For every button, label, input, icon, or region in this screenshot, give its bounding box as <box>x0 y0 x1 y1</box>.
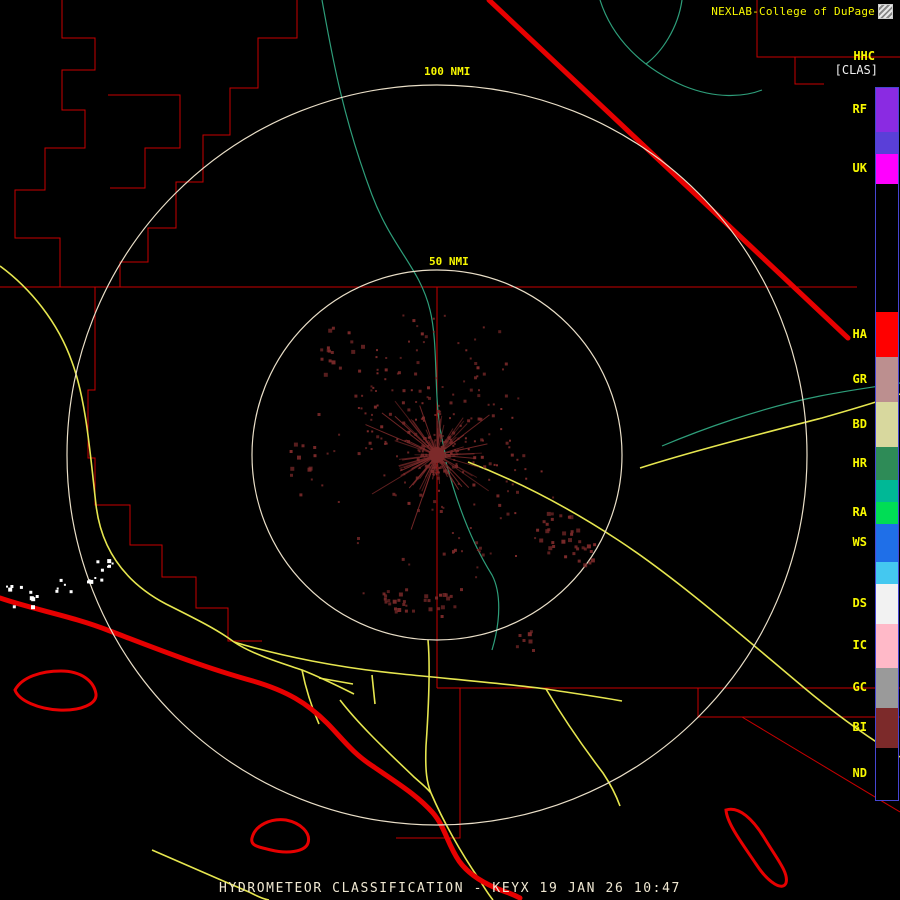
coastline <box>0 595 523 900</box>
legend-segment <box>876 132 898 154</box>
island-outline <box>13 669 98 712</box>
legend-segment-ha <box>876 312 898 357</box>
product-title: HYDROMETEOR CLASSIFICATION - KEYX 19 JAN… <box>219 881 681 896</box>
legend-label-uk: UK <box>852 161 867 175</box>
legend-segment <box>876 184 898 312</box>
legend-segment-gc <box>876 668 898 708</box>
legend-segment-gr <box>876 357 898 402</box>
legend-segment-uk <box>876 154 898 184</box>
legend-label-ha: HA <box>852 326 867 341</box>
range-ring-label-100: 100 NMI <box>424 65 471 78</box>
brand-text: NEXLAB-College of DuPage <box>711 5 875 18</box>
legend-segment-ra <box>876 502 898 524</box>
legend-segment-bd <box>876 402 898 447</box>
legend-label-gr: GR <box>852 371 867 386</box>
legend-segment-ds <box>876 584 898 624</box>
legend-label-ws: WS <box>852 535 867 549</box>
legend-label-bd: BD <box>852 416 867 431</box>
legend-segment-nd <box>876 748 898 800</box>
legend-segment-rf <box>876 88 898 132</box>
legend-segment-hr <box>876 447 898 480</box>
legend-segment-bi <box>876 708 898 748</box>
island-outline <box>250 818 311 854</box>
range-ring-label-50: 50 NMI <box>429 255 469 268</box>
brand-logo-icon <box>878 4 893 19</box>
product-code: HHC <box>853 49 875 63</box>
legend-label-nd: ND <box>852 766 867 780</box>
radar-screen: 100 NMI 50 NMI NEXLAB-College of DuPage … <box>0 0 900 900</box>
rivers-layer <box>321 0 900 651</box>
legend-label-ds: DS <box>852 596 867 610</box>
legend-segment-ws <box>876 524 898 562</box>
legend-label-ra: RA <box>852 505 867 519</box>
legend-label-hr: HR <box>852 455 867 470</box>
legend-label-rf: RF <box>852 102 867 116</box>
legend-label-bi: BI <box>852 720 867 734</box>
island-outline <box>724 807 788 888</box>
radar-map <box>0 0 900 900</box>
legend-segment <box>876 562 898 584</box>
legend-segment-ic <box>876 624 898 668</box>
legend-label-ic: IC <box>852 638 867 652</box>
product-mode: [CLAS] <box>834 63 878 77</box>
legend-color-bar <box>875 87 899 801</box>
legend-label-gc: GC <box>852 680 867 694</box>
legend-segment <box>876 480 898 502</box>
highways-layer <box>0 265 900 900</box>
